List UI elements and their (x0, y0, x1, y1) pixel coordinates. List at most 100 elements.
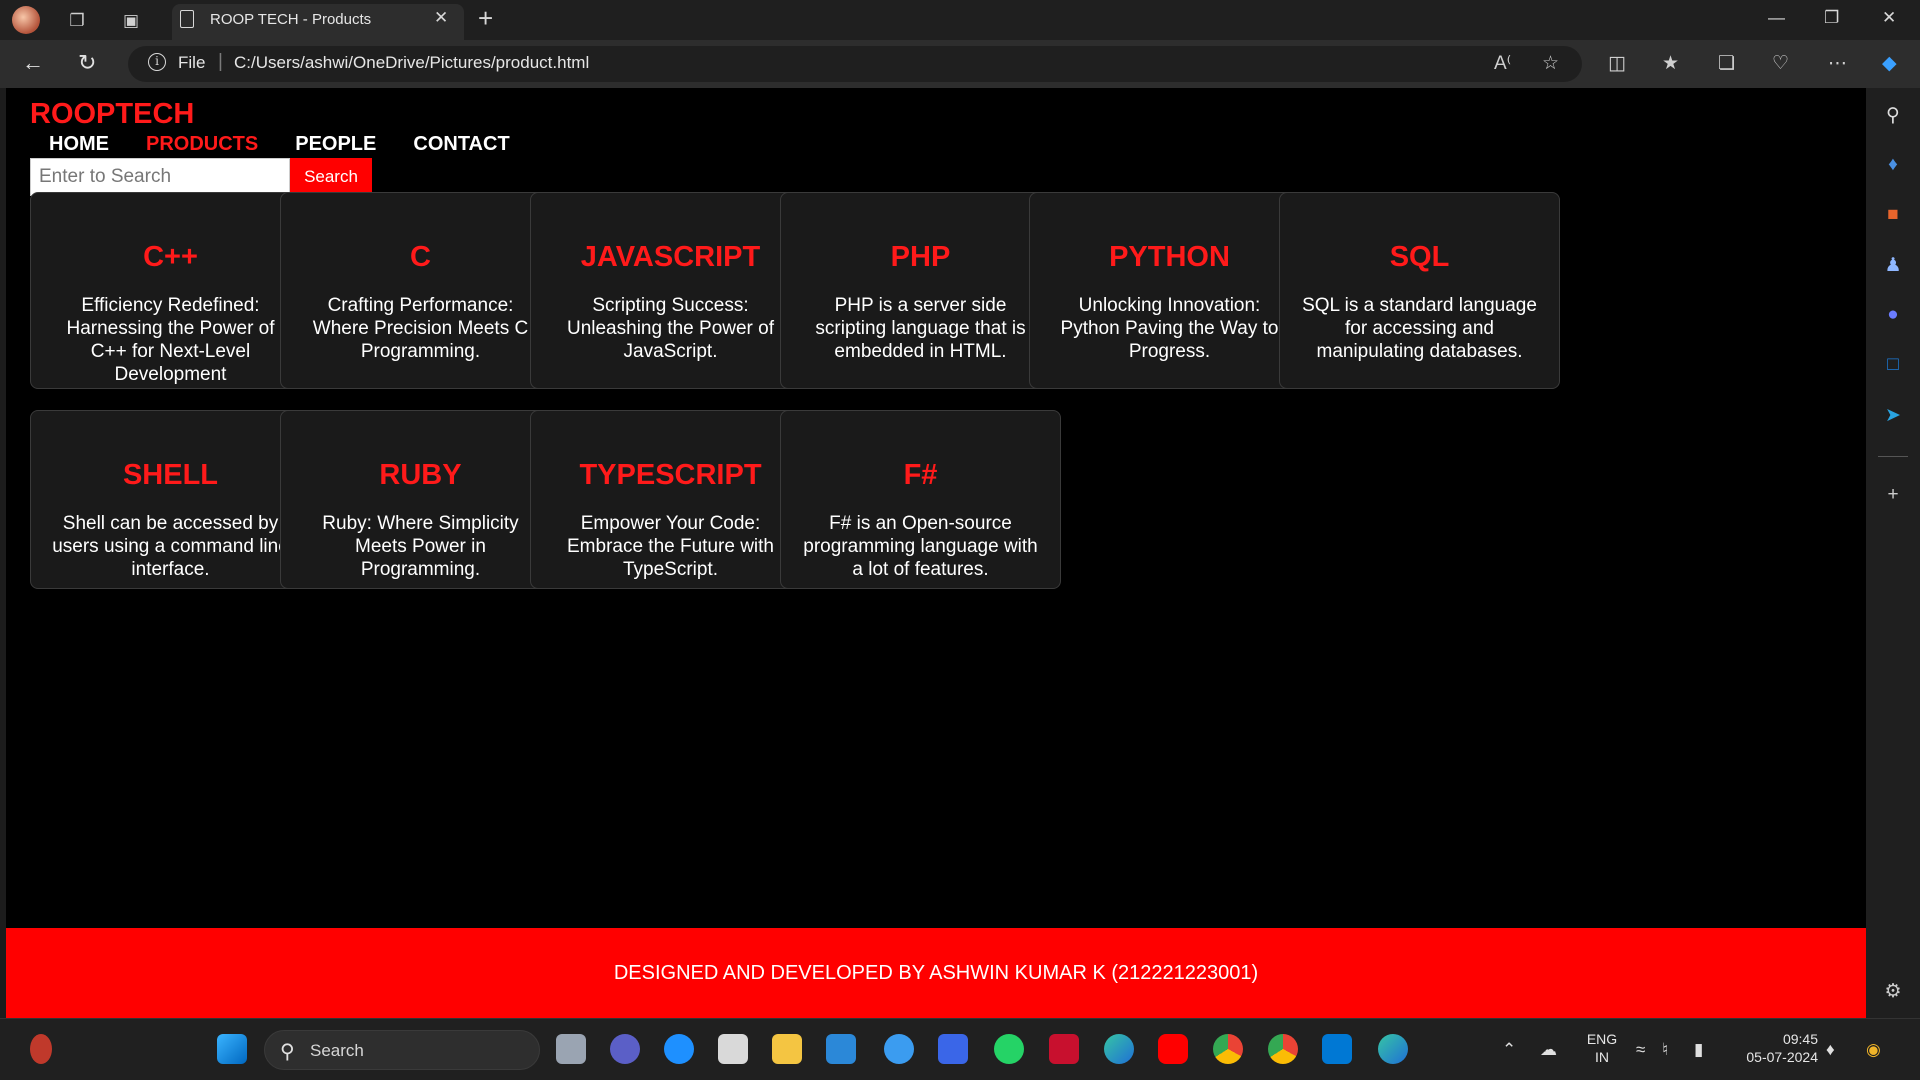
taskbar-search-icon: ⚲ (280, 1041, 295, 1063)
product-card-c[interactable]: C Crafting Performance: Where Precision … (280, 192, 561, 389)
browser-tab-bar: ❐ ▣ ROOP TECH - Products ✕ + — ❐ ✕ (0, 0, 1920, 40)
mcafee-icon[interactable] (1049, 1034, 1079, 1064)
sidebar-games-icon[interactable]: ♟ (1881, 253, 1905, 277)
region-code: IN (1595, 1049, 1609, 1065)
card-description: F# is an Open-source programming languag… (803, 513, 1038, 580)
edge-active-icon[interactable] (1378, 1034, 1408, 1064)
card-title: TYPESCRIPT (579, 459, 762, 491)
onedrive-icon[interactable]: ☁ (1540, 1040, 1557, 1060)
close-tab-icon[interactable]: ✕ (434, 8, 448, 28)
sidebar-add-icon[interactable]: + (1881, 483, 1905, 507)
clock[interactable]: 09:45 05-07-2024 (1734, 1030, 1818, 1066)
sidebar-tools-icon[interactable]: ■ (1881, 203, 1905, 227)
search-input[interactable] (30, 158, 290, 196)
card-title: C++ (143, 241, 198, 273)
browser-essentials-icon[interactable]: ♡ (1772, 52, 1789, 75)
favorite-star-icon[interactable]: ☆ (1542, 52, 1559, 75)
minimize-icon[interactable]: — (1768, 8, 1785, 28)
product-card-ruby[interactable]: RUBY Ruby: Where Simplicity Meets Power … (280, 410, 561, 589)
card-description: Ruby: Where Simplicity Meets Power in Pr… (322, 513, 519, 580)
nav-people[interactable]: PEOPLE (295, 133, 376, 156)
page-icon (180, 10, 194, 28)
teams-icon[interactable] (610, 1034, 640, 1064)
vscode-icon[interactable] (1322, 1034, 1352, 1064)
product-card-cpp[interactable]: C++ Efficiency Redefined: Harnessing the… (30, 192, 311, 389)
taskbar-search-box[interactable] (264, 1030, 540, 1070)
read-aloud-icon[interactable]: A⁽ (1494, 52, 1511, 75)
wifi-icon[interactable]: ≈ (1636, 1040, 1645, 1060)
sidebar-shopping-icon[interactable]: ♦ (1881, 153, 1905, 177)
new-tab-icon[interactable]: + (478, 3, 493, 34)
start-icon[interactable] (217, 1034, 247, 1064)
page-footer: DESIGNED AND DEVELOPED BY ASHWIN KUMAR K… (6, 928, 1866, 1018)
product-card-typescript[interactable]: TYPESCRIPT Empower Your Code: Embrace th… (530, 410, 811, 589)
collections-icon[interactable]: ❏ (1718, 52, 1735, 75)
copilot-icon[interactable]: ◆ (1882, 52, 1897, 75)
main-nav: HOME PRODUCTS PEOPLE CONTACT (49, 133, 547, 156)
copilot-taskbar-icon[interactable]: ◉ (1866, 1040, 1881, 1060)
tab-title: ROOP TECH - Products (210, 11, 372, 28)
url-separator: | (218, 51, 223, 72)
url-scheme-label: File (178, 53, 206, 72)
search-button[interactable]: Search (290, 158, 372, 196)
site-info-icon[interactable]: i (148, 53, 166, 71)
volume-muted-icon[interactable]: ♮ (1662, 1040, 1668, 1060)
card-title: F# (903, 459, 938, 491)
tab-actions-icon[interactable]: ▣ (118, 8, 144, 34)
product-card-php[interactable]: PHP PHP is a server side scripting langu… (780, 192, 1061, 389)
sidebar-send-icon[interactable]: ➤ (1881, 403, 1905, 427)
browser-sidebar (1866, 88, 1920, 1018)
edge-icon[interactable] (1104, 1034, 1134, 1064)
product-card-shell[interactable]: SHELL Shell can be accessed by users usi… (30, 410, 311, 589)
app-icon[interactable] (664, 1034, 694, 1064)
refresh-icon[interactable]: ↻ (78, 50, 96, 76)
back-icon[interactable]: ← (22, 50, 44, 76)
language-indicator[interactable]: ENG IN (1584, 1030, 1620, 1066)
card-description: SQL is a standard language for accessing… (1302, 295, 1537, 362)
split-screen-icon[interactable]: ◫ (1608, 52, 1626, 75)
nav-home[interactable]: HOME (49, 133, 109, 156)
product-card-javascript[interactable]: JAVASCRIPT Scripting Success: Unleashing… (530, 192, 811, 389)
whatsapp-icon[interactable] (994, 1034, 1024, 1064)
sidebar-copilot-icon[interactable]: ● (1881, 303, 1905, 327)
task-view-icon[interactable] (556, 1034, 586, 1064)
card-description: Crafting Performance: Where Precision Me… (312, 295, 529, 362)
product-card-python[interactable]: PYTHON Unlocking Innovation: Python Pavi… (1029, 192, 1310, 389)
card-description: Empower Your Code: Embrace the Future wi… (567, 513, 774, 580)
profile-avatar[interactable] (12, 6, 40, 34)
nav-products[interactable]: PRODUCTS (146, 133, 258, 156)
card-description: Unlocking Innovation: Python Paving the … (1060, 295, 1279, 362)
show-hidden-icons-icon[interactable]: ⌃ (1502, 1040, 1516, 1060)
microsoft-store-icon[interactable] (826, 1034, 856, 1064)
chrome-profile-icon[interactable] (1268, 1034, 1298, 1064)
product-card-fsharp[interactable]: F# F# is an Open-source programming lang… (780, 410, 1061, 589)
sidebar-outlook-icon[interactable]: □ (1881, 353, 1905, 377)
myhp-icon[interactable] (938, 1034, 968, 1064)
card-description: PHP is a server side scripting language … (815, 295, 1026, 362)
card-title: SQL (1389, 241, 1450, 273)
sidebar-search-icon[interactable]: ⚲ (1881, 103, 1905, 127)
battery-icon[interactable]: ▮ (1694, 1040, 1703, 1060)
card-title: JAVASCRIPT (580, 241, 761, 273)
card-description: Scripting Success: Unleashing the Power … (566, 295, 774, 362)
nav-contact[interactable]: CONTACT (413, 133, 509, 156)
workspaces-icon[interactable]: ❐ (64, 8, 90, 34)
widgets-icon[interactable] (30, 1034, 52, 1064)
card-title: SHELL (122, 459, 219, 491)
notifications-icon[interactable]: ♦ (1826, 1040, 1835, 1060)
product-card-sql[interactable]: SQL SQL is a standard language for acces… (1279, 192, 1560, 389)
file-explorer-icon[interactable] (772, 1034, 802, 1064)
sidebar-divider (1878, 456, 1908, 457)
favorites-icon[interactable]: ★ (1662, 52, 1679, 75)
notepad-icon[interactable] (718, 1034, 748, 1064)
app-icon-2[interactable] (884, 1034, 914, 1064)
chrome-icon[interactable] (1213, 1034, 1243, 1064)
more-options-icon[interactable]: ⋯ (1828, 52, 1847, 75)
brand-logo[interactable]: ROOPTECH (30, 98, 194, 131)
restore-icon[interactable]: ❐ (1824, 8, 1839, 28)
youtube-icon[interactable] (1158, 1034, 1188, 1064)
card-description: Efficiency Redefined: Harnessing the Pow… (66, 295, 275, 385)
close-window-icon[interactable]: ✕ (1882, 8, 1896, 28)
sidebar-settings-icon[interactable]: ⚙ (1881, 979, 1905, 1003)
url-text[interactable]: C:/Users/ashwi/OneDrive/Pictures/product… (234, 53, 589, 73)
